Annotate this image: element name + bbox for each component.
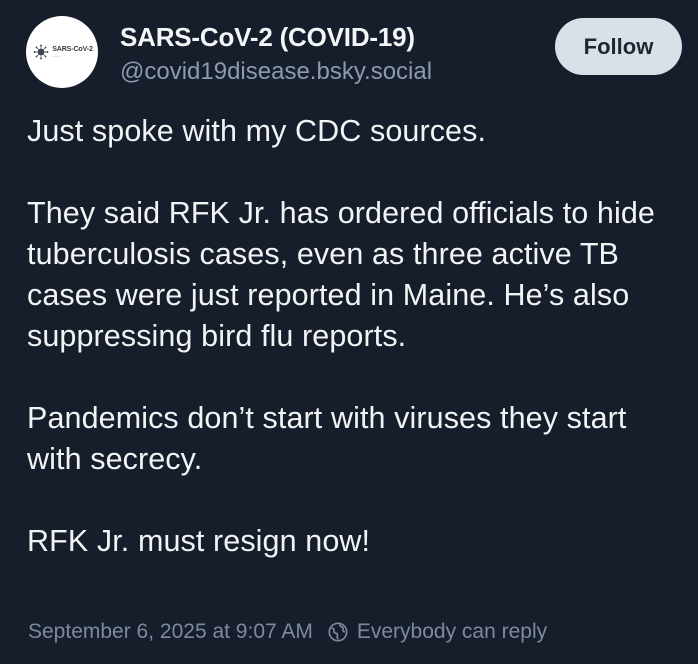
post-text: Just spoke with my CDC sources. They sai… xyxy=(27,111,677,562)
post-paragraph: They said RFK Jr. has ordered officials … xyxy=(27,196,655,353)
post-card: SARS-CoV-2 ——— SARS-CoV-2 (COVID-19) @co… xyxy=(0,0,698,664)
reply-setting[interactable]: Everybody can reply xyxy=(357,620,547,644)
post-paragraph: Just spoke with my CDC sources. xyxy=(27,114,487,148)
avatar-subtext-line: ——— xyxy=(52,54,62,58)
avatar-brand-text: SARS-CoV-2 xyxy=(52,46,93,53)
post-timestamp[interactable]: September 6, 2025 at 9:07 AM xyxy=(28,620,313,644)
avatar[interactable]: SARS-CoV-2 ——— xyxy=(26,16,98,88)
author-handle[interactable]: @covid19disease.bsky.social xyxy=(120,56,432,88)
avatar-logo: SARS-CoV-2 ——— xyxy=(33,44,93,60)
post-meta: September 6, 2025 at 9:07 AM Everybody c… xyxy=(28,620,547,644)
globe-icon xyxy=(327,621,349,643)
author-info: SARS-CoV-2 (COVID-19) @covid19disease.bs… xyxy=(120,20,432,88)
post-paragraph: RFK Jr. must resign now! xyxy=(27,524,371,558)
virus-logo-icon xyxy=(33,44,49,60)
post-paragraph: Pandemics don’t start with viruses they … xyxy=(27,401,627,476)
author-display-name[interactable]: SARS-CoV-2 (COVID-19) xyxy=(120,20,432,54)
follow-button[interactable]: Follow xyxy=(555,18,682,75)
